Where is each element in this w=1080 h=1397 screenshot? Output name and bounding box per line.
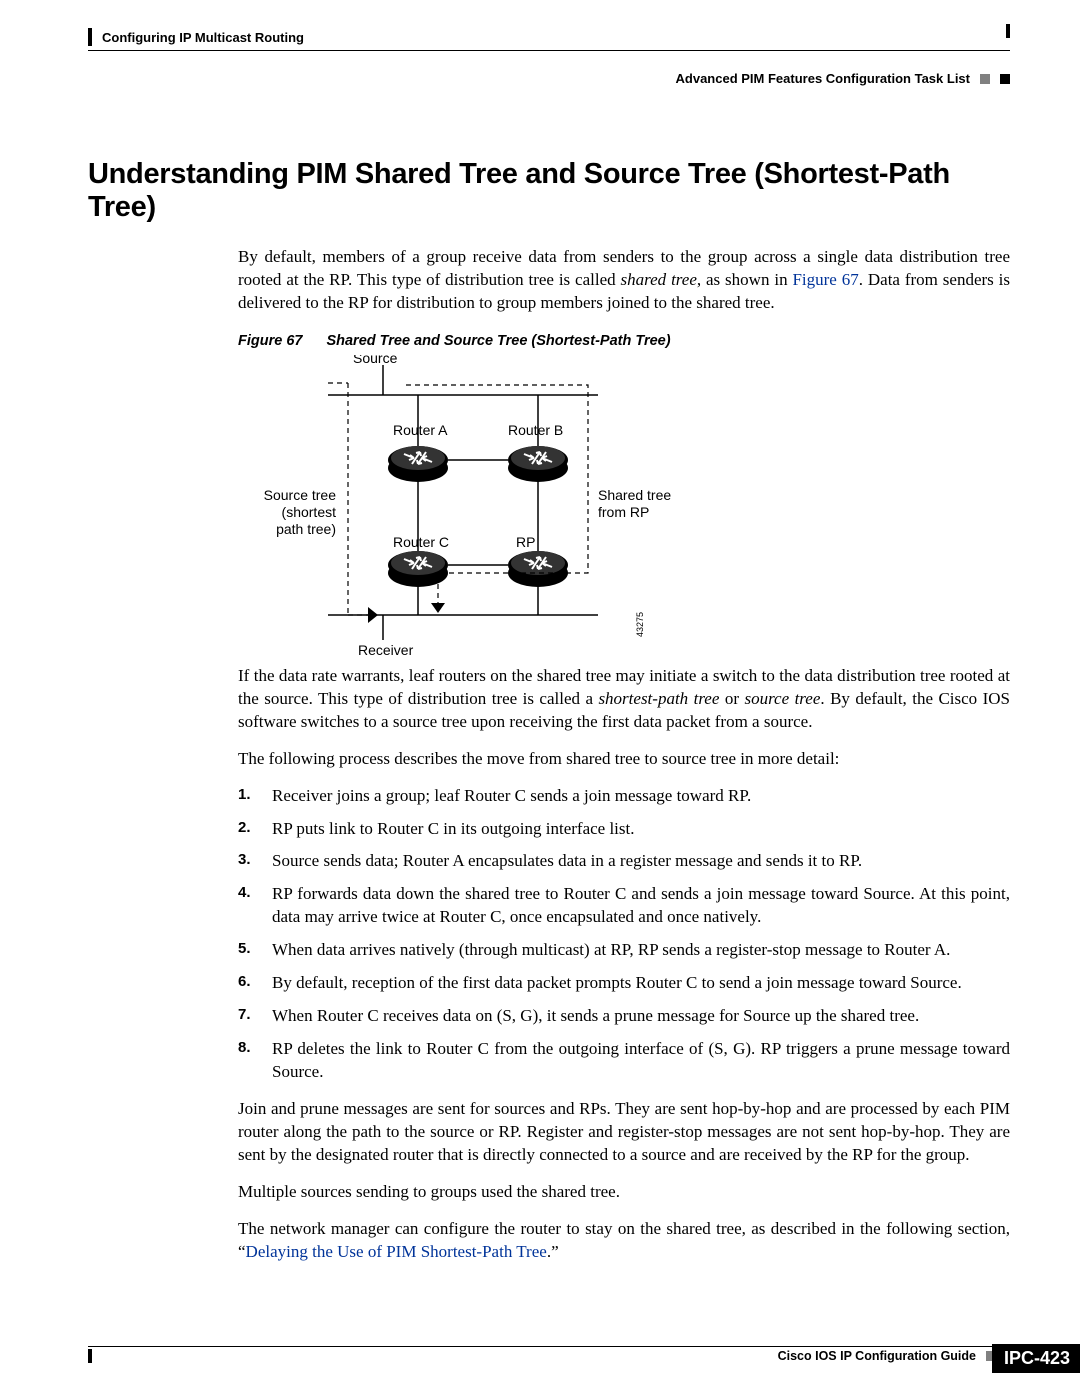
step-item: RP deletes the link to Router C from the… (238, 1038, 1010, 1084)
header-bar-icon (88, 28, 92, 46)
paragraph-5: Multiple sources sending to groups used … (238, 1181, 1010, 1204)
page-number-badge: IPC-423 (992, 1344, 1080, 1373)
diagram-sourcetree-l1: Source tree (264, 487, 337, 503)
step-item: RP puts link to Router C in its outgoing… (238, 818, 1010, 841)
page-footer: Cisco IOS IP Configuration Guide IPC-423 (88, 1346, 1080, 1363)
diagram-router-b-label: Router B (508, 422, 563, 438)
header-rule (88, 50, 1010, 51)
diagram-sourcetree-l3: path tree) (276, 521, 336, 537)
crop-mark-icon (1006, 24, 1010, 38)
paragraph-4: Join and prune messages are sent for sou… (238, 1098, 1010, 1167)
running-header: Configuring IP Multicast Routing (88, 28, 1010, 46)
intro-paragraph: By default, members of a group receive d… (238, 246, 1010, 315)
step-item: When Router C receives data on (S, G), i… (238, 1005, 1010, 1028)
square-icon (1000, 74, 1010, 84)
section-title: Advanced PIM Features Configuration Task… (676, 71, 970, 86)
diagram-source-label: Source (353, 355, 398, 366)
step-item: When data arrives natively (through mult… (238, 939, 1010, 962)
diagram-id: 43275 (635, 612, 645, 637)
figure-ref-link[interactable]: Figure 67 (792, 270, 858, 289)
chapter-title: Configuring IP Multicast Routing (102, 30, 304, 45)
diagram-sourcetree-l2: (shortest (282, 504, 337, 520)
crop-mark-icon (88, 1349, 92, 1363)
diagram-rp-label: RP (516, 534, 535, 550)
page-title: Understanding PIM Shared Tree and Source… (88, 158, 1010, 224)
paragraph-3: The following process describes the move… (238, 748, 1010, 771)
step-item: RP forwards data down the shared tree to… (238, 883, 1010, 929)
figure-caption: Figure 67Shared Tree and Source Tree (Sh… (238, 333, 1010, 349)
square-icon (980, 74, 990, 84)
paragraph-2: If the data rate warrants, leaf routers … (238, 665, 1010, 734)
step-item: Source sends data; Router A encapsulates… (238, 850, 1010, 873)
diagram-router-a-label: Router A (393, 422, 448, 438)
steps-list: Receiver joins a group; leaf Router C se… (238, 785, 1010, 1084)
footer-guide-title: Cisco IOS IP Configuration Guide (778, 1349, 976, 1363)
diagram-router-c-label: Router C (393, 534, 449, 550)
network-diagram: Source Router A Router B Router C (238, 355, 1010, 665)
diagram-receiver-label: Receiver (358, 642, 414, 658)
diagram-sharedtree-l1: Shared tree (598, 487, 671, 503)
paragraph-6: The network manager can configure the ro… (238, 1218, 1010, 1264)
section-xref-link[interactable]: Delaying the Use of PIM Shortest-Path Tr… (246, 1242, 547, 1261)
diagram-sharedtree-l2: from RP (598, 504, 649, 520)
step-item: Receiver joins a group; leaf Router C se… (238, 785, 1010, 808)
step-item: By default, reception of the first data … (238, 972, 1010, 995)
